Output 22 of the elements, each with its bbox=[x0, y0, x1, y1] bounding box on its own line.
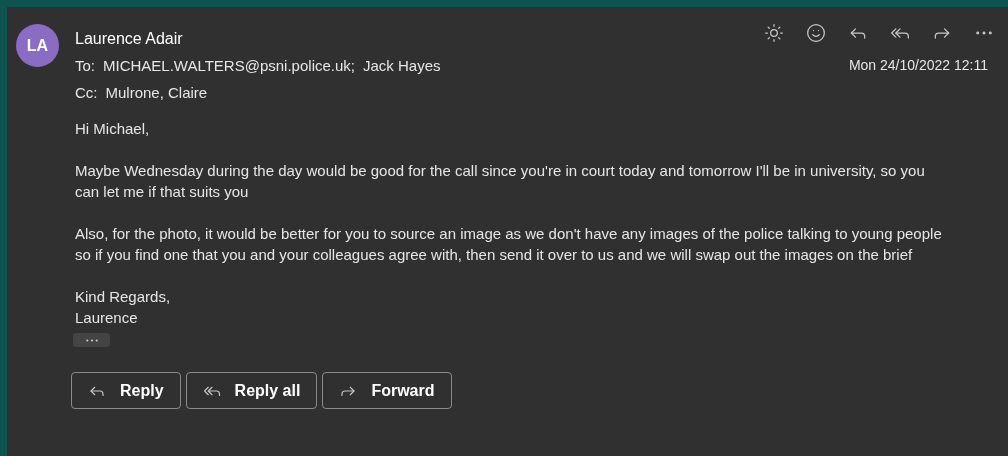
more-icon bbox=[976, 31, 992, 35]
action-button[interactable]: Reply bbox=[71, 372, 181, 409]
toolbar-button[interactable] bbox=[804, 21, 828, 45]
action-button[interactable]: Forward bbox=[322, 372, 452, 409]
message-date: Mon 24/10/2022 12:11 bbox=[848, 56, 989, 75]
avatar: LA bbox=[16, 24, 59, 67]
body-paragraph: Maybe Wednesday during the day would be good for the call since you're in court today and tomorrow I'll be in university, so you can let me if that suits you bbox=[75, 161, 926, 202]
body-paragraph: Hi Michael, bbox=[75, 119, 151, 139]
recipient[interactable]: MICHAEL.WALTERS@psni.police.uk; bbox=[103, 55, 355, 78]
signoff-line: Kind Regards, bbox=[75, 287, 172, 307]
signoff-line: Laurence bbox=[75, 308, 139, 328]
cc-label: Cc: bbox=[75, 82, 98, 103]
brightness-icon bbox=[764, 23, 784, 43]
sender-name: Laurence Adair bbox=[75, 29, 184, 49]
action-button[interactable]: Reply all bbox=[185, 372, 318, 409]
recipient[interactable]: Jack Hayes bbox=[363, 55, 441, 78]
body-paragraph: Also, for the photo, it would be better for you to source an image as we don't have any images of the police talking to young people so if you find one that you and your colleagues agree with, then send it over to us and we will swap out the images on the brief bbox=[75, 224, 943, 265]
recipient[interactable]: Mulrone, Claire bbox=[105, 81, 208, 104]
toolbar-button[interactable] bbox=[762, 21, 786, 45]
smiley-icon bbox=[806, 23, 826, 43]
to-label: To: bbox=[75, 56, 95, 76]
more-icon bbox=[85, 338, 98, 342]
